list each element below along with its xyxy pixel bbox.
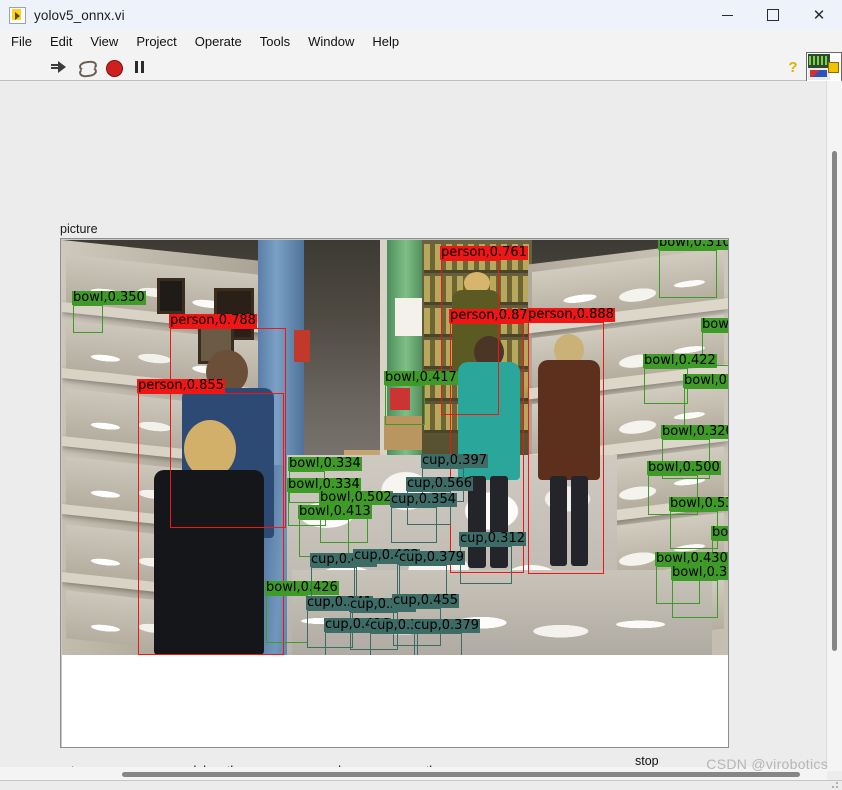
detection-box-bowl: bowl,0.426: [265, 581, 339, 643]
detection-image: person,0.788 person,0.855 person,0.761 pers…: [62, 240, 728, 655]
detection-label: person,0.888: [527, 307, 615, 322]
minimize-button[interactable]: [704, 0, 750, 30]
detection-label: bowl,0.422: [643, 353, 717, 368]
detection-rect: [528, 322, 604, 574]
status-bar: [0, 780, 842, 790]
stop-label: stop: [635, 754, 659, 768]
detection-label: person,0.855: [137, 378, 225, 393]
detection-box-person: person,0.888: [527, 308, 615, 574]
detection-box-cup: cup,0.379: [369, 619, 436, 655]
window-buttons: ✕: [704, 0, 842, 30]
detection-label: bowl,0.417: [384, 370, 458, 385]
detection-label: cup,0.566: [406, 476, 473, 491]
detection-label: bowl,0.350: [72, 290, 146, 305]
detection-box-bowl: bowl,0.422: [643, 354, 717, 404]
detection-label: bowl,0.310: [658, 240, 728, 250]
detection-box-person: person,0.855: [137, 379, 284, 655]
detection-rect: [659, 250, 717, 298]
detection-box-cup: cup,0.416: [324, 618, 391, 655]
detection-rect: [414, 633, 462, 655]
close-button[interactable]: ✕: [796, 0, 842, 30]
window-title: yolov5_onnx.vi: [34, 7, 125, 23]
menu-item-window[interactable]: Window: [299, 30, 363, 54]
menu-item-tools[interactable]: Tools: [251, 30, 299, 54]
minimize-icon: [721, 14, 733, 16]
detection-box-cup: cup,0.312: [459, 532, 526, 584]
detection-label: person,0.872: [449, 308, 537, 323]
detection-label: bowl,0.502: [319, 490, 393, 505]
detection-rect: [138, 393, 284, 655]
detection-label: person,0.788: [169, 313, 257, 328]
menu-item-edit[interactable]: Edit: [41, 30, 81, 54]
labview-application-window: yolov5_onnx.vi ✕ File Edit View Project …: [0, 0, 842, 790]
pause-icon[interactable]: [132, 59, 149, 76]
detection-box-bowl: bowl,0.350: [72, 291, 146, 333]
run-icon[interactable]: [51, 59, 68, 76]
menu-item-view[interactable]: View: [81, 30, 127, 54]
menu-bar: File Edit View Project Operate Tools Win…: [0, 30, 842, 55]
menu-item-operate[interactable]: Operate: [186, 30, 251, 54]
detection-box-cup: cup,0.354: [390, 493, 457, 543]
detection-label: bowl,0.320: [661, 425, 728, 439]
toolbar: ?: [0, 52, 842, 84]
detection-label: cup,0.354: [390, 492, 457, 507]
front-panel: picture person,0.788 person,0.855 person…: [0, 81, 827, 771]
vi-icon: [9, 6, 26, 24]
abort-execution-icon[interactable]: [105, 59, 123, 77]
detection-rect: [266, 595, 308, 643]
detection-rect: [370, 633, 418, 655]
detection-label: bowl,0.300: [711, 526, 728, 540]
detection-label: cup,0.397: [421, 453, 488, 468]
run-continuously-icon[interactable]: [78, 59, 98, 78]
watermark: CSDN @virobotics: [706, 756, 828, 772]
maximize-button[interactable]: [750, 0, 796, 30]
detection-rect: [391, 507, 437, 543]
detection-label: bowl,0.300: [701, 318, 728, 332]
vertical-scrollbar[interactable]: [826, 81, 842, 771]
menu-item-help[interactable]: Help: [363, 30, 408, 54]
detection-label: cup,0.379: [413, 618, 480, 633]
detection-label: bowl,0.430: [655, 551, 728, 566]
detection-box-bowl: bowl,0.370: [671, 566, 728, 618]
title-bar: yolov5_onnx.vi ✕: [0, 0, 842, 31]
detection-label: person,0.761: [440, 245, 528, 260]
menu-item-file[interactable]: File: [2, 30, 41, 54]
detection-rect: [644, 368, 688, 404]
detection-rect: [684, 388, 728, 426]
detection-box-bowl: bowl,0.417: [384, 371, 458, 425]
detection-box-bowl: bowl,0.390: [683, 374, 728, 426]
detection-rect: [460, 546, 512, 584]
detection-label: bowl,0.370: [671, 566, 728, 580]
detection-rect: [73, 305, 103, 333]
picture-indicator[interactable]: person,0.788 person,0.855 person,0.761 pers…: [60, 238, 729, 748]
detection-box-bowl: bowl,0.310: [658, 240, 728, 298]
context-help-icon[interactable]: ?: [780, 54, 806, 80]
detection-rect: [385, 385, 425, 425]
vertical-scrollbar-thumb[interactable]: [832, 151, 837, 651]
vi-connector-pane-icon[interactable]: [806, 52, 842, 84]
detection-label: cup,0.455: [392, 593, 459, 608]
detection-label: bowl,0.500: [647, 460, 721, 475]
horizontal-scrollbar-thumb[interactable]: [122, 772, 800, 777]
detection-label: bowl,0.334: [288, 456, 362, 471]
detection-rect: [672, 580, 718, 618]
picture-indicator-label: picture: [60, 222, 98, 236]
toolbar-buttons: [51, 59, 149, 78]
detection-label: cup,0.312: [459, 531, 526, 546]
detection-label: bowl,0.530: [669, 497, 728, 511]
menu-item-project[interactable]: Project: [127, 30, 185, 54]
maximize-icon: [767, 9, 779, 21]
horizontal-scrollbar[interactable]: [0, 767, 827, 781]
wall-picture-3: [157, 278, 185, 314]
toolbar-right: ?: [780, 52, 842, 84]
detection-label: bowl,0.413: [298, 504, 372, 519]
detection-label: cup,0.379: [398, 550, 465, 565]
resize-grip-icon[interactable]: [831, 781, 839, 789]
detection-rect: [325, 632, 371, 655]
detection-label: bowl,0.390: [683, 374, 728, 388]
detection-box-cup: cup,0.379: [413, 619, 480, 655]
